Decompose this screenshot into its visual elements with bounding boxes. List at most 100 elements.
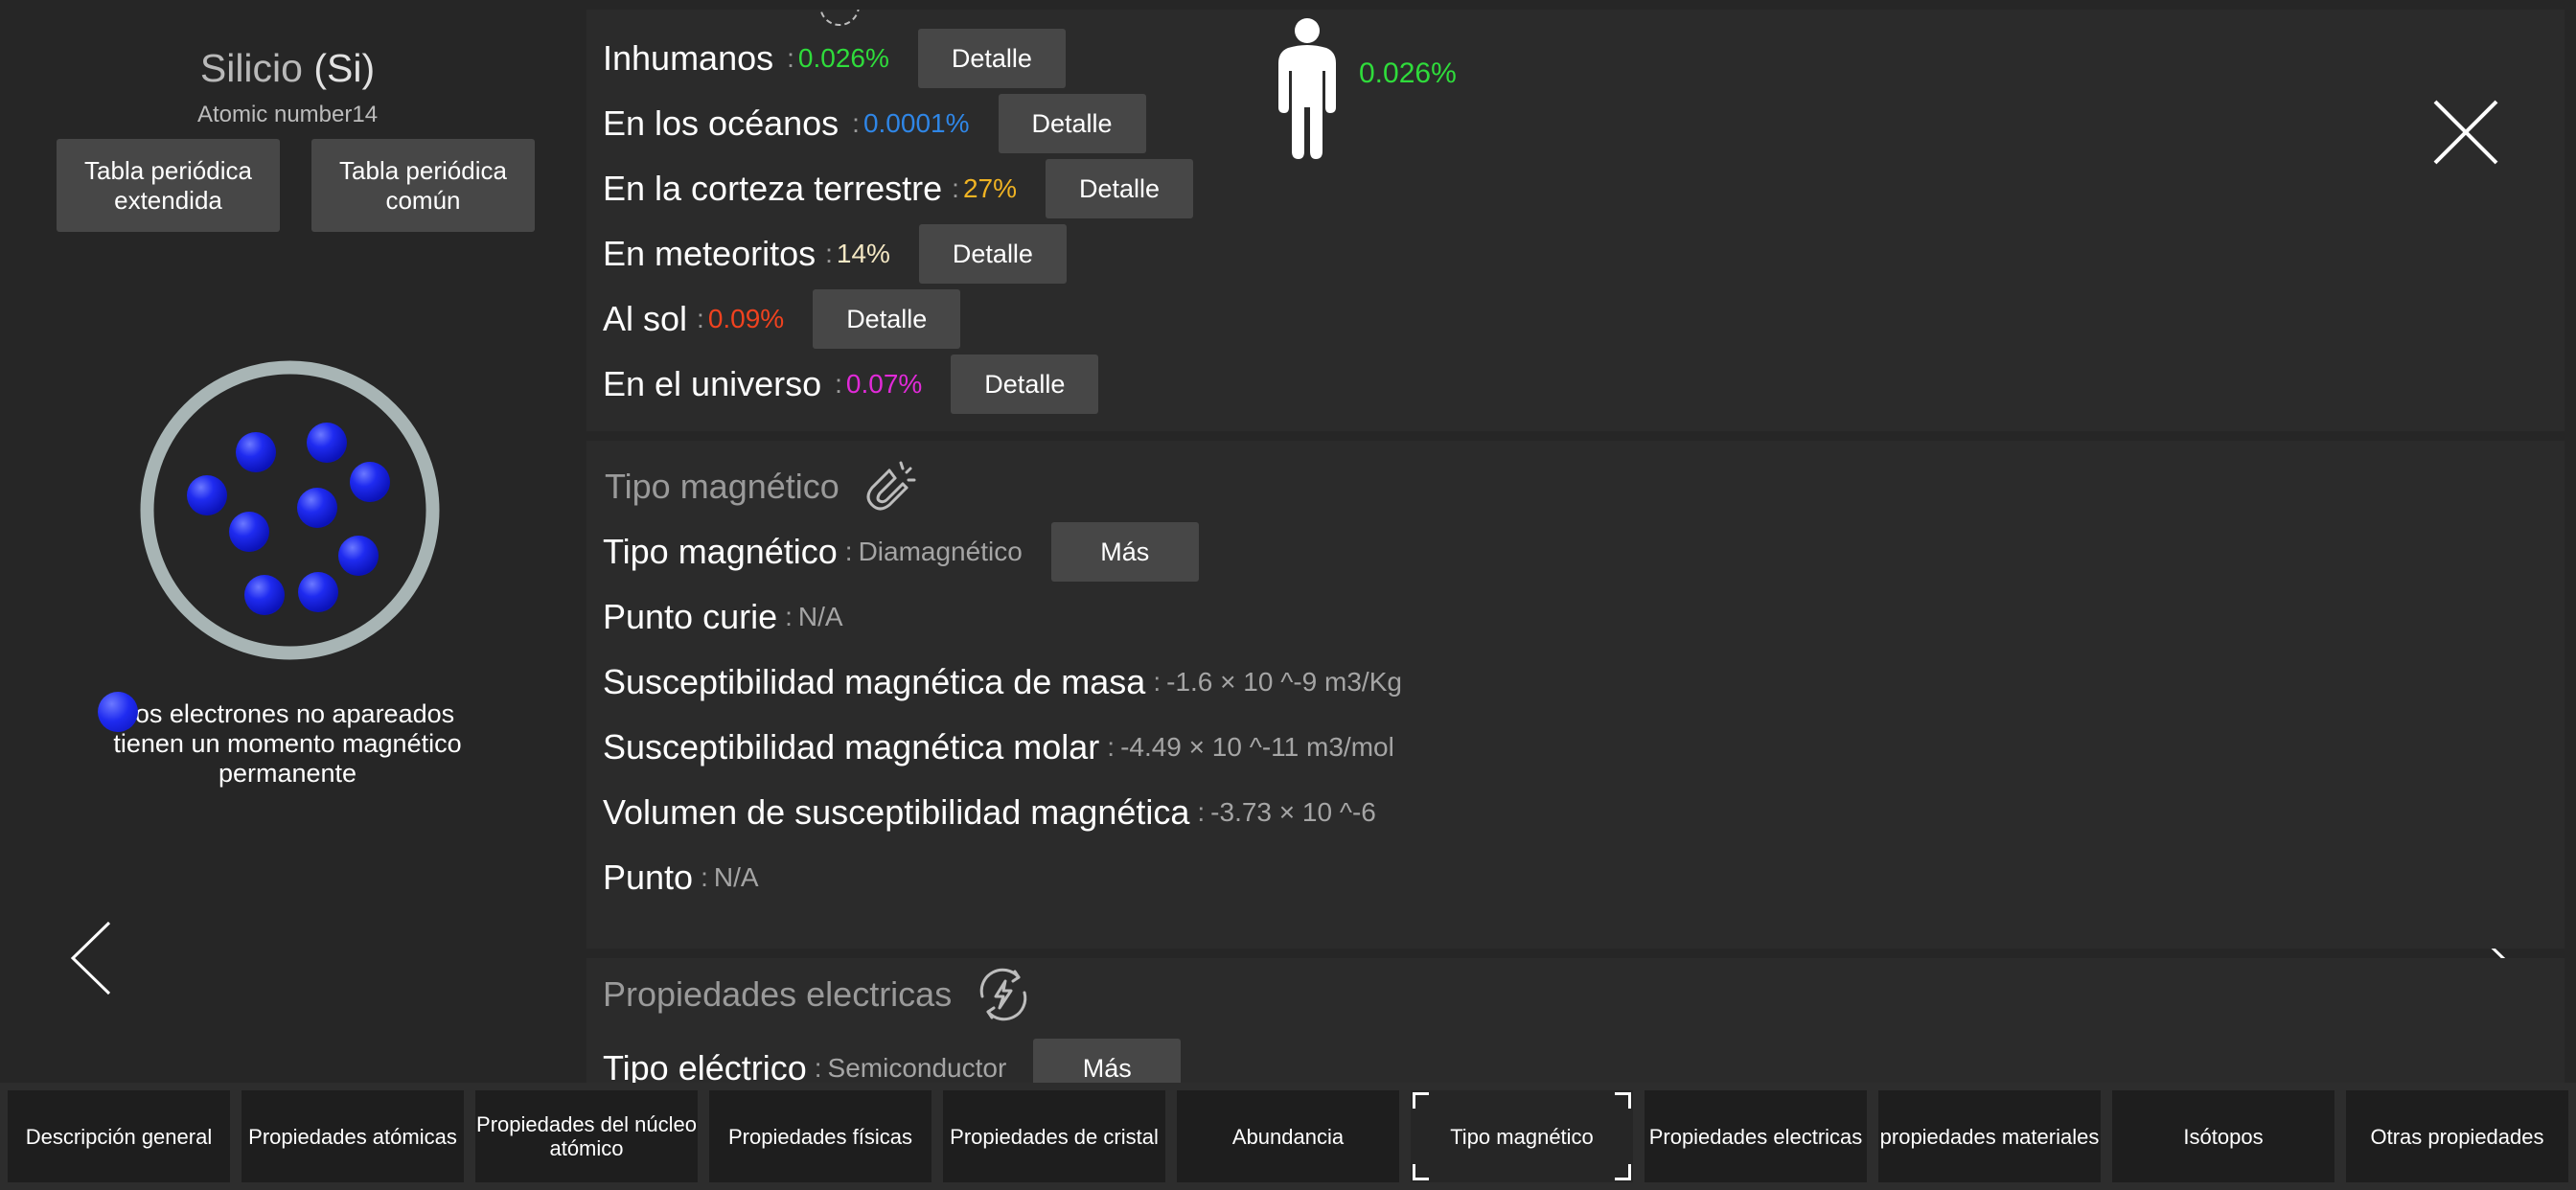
property-value: Semiconductor xyxy=(827,1053,1007,1083)
property-value: N/A xyxy=(713,862,759,892)
tab-other-properties[interactable]: Otras propiedades xyxy=(2346,1090,2568,1182)
magnetic-row: Tipo magnético : Diamagnético Más xyxy=(603,522,1199,582)
chevron-left-icon[interactable] xyxy=(63,915,121,1001)
extended-table-button[interactable]: Tabla periódica extendida xyxy=(57,139,280,232)
tab-nucleus-properties[interactable]: Propiedades del núcleo atómico xyxy=(475,1090,698,1182)
abundance-label: En los océanos xyxy=(603,103,840,143)
unpaired-electrons-legend: Los electrones no apareados tienen un mo… xyxy=(113,699,462,788)
more-button[interactable]: Más xyxy=(1050,522,1199,582)
property-label: Volumen de susceptibilidad magnética xyxy=(603,792,1190,832)
property-value: N/A xyxy=(797,602,843,631)
tab-isotopes[interactable]: Isótopos xyxy=(2112,1090,2334,1182)
tab-electrical-properties[interactable]: Propiedades electricas xyxy=(1644,1090,1867,1182)
human-figure-icon xyxy=(1278,18,1336,159)
magnetic-row: Volumen de susceptibilidad magnética : -… xyxy=(603,783,1376,842)
electron xyxy=(297,488,337,528)
abundance-value: 0.026% xyxy=(797,43,889,73)
selection-corner xyxy=(1615,1092,1631,1109)
property-value: -1.6 × 10 ^-9 m3/Kg xyxy=(1166,667,1402,697)
tab-atomic-properties[interactable]: Propiedades atómicas xyxy=(242,1090,464,1182)
separator: : xyxy=(787,43,794,73)
abundance-value: 0.0001% xyxy=(862,108,970,138)
magnetic-row: Susceptibilidad magnética molar : -4.49 … xyxy=(603,718,1394,777)
electron xyxy=(350,462,390,502)
electric-cycle-icon xyxy=(979,968,1027,1021)
selection-corner xyxy=(1413,1164,1429,1180)
abundance-label: Inhumanos xyxy=(603,38,774,78)
tab-crystal-properties[interactable]: Propiedades de cristal xyxy=(943,1090,1165,1182)
electron-legend-dot xyxy=(98,692,138,732)
property-value: -3.73 × 10 ^-6 xyxy=(1210,797,1376,827)
separator: : xyxy=(952,173,959,203)
abundance-row: En el universo : 0.07% Detalle xyxy=(603,355,1099,414)
abundance-value: 0.09% xyxy=(707,304,785,333)
electron xyxy=(187,475,227,515)
abundance-row: En meteoritos : 14% Detalle xyxy=(603,224,1067,284)
abundance-section: Inhumanos : 0.026% Detalle En los océano… xyxy=(586,10,2564,431)
common-table-button[interactable]: Tabla periódica común xyxy=(311,139,535,232)
magnetic-row: Punto : N/A xyxy=(603,848,759,907)
close-icon[interactable] xyxy=(2431,98,2500,167)
abundance-label: En el universo xyxy=(603,364,822,403)
tab-label: Tipo magnético xyxy=(1450,1124,1594,1149)
electron xyxy=(307,423,347,463)
property-label: Susceptibilidad magnética de masa xyxy=(603,662,1146,701)
property-label: Punto xyxy=(603,858,694,897)
abundance-value: 0.07% xyxy=(845,369,923,399)
atomic-number-value: 14 xyxy=(352,102,379,127)
detail-button[interactable]: Detalle xyxy=(1045,159,1193,218)
properties-scroll-area[interactable]: Inhumanos : 0.026% Detalle En los océano… xyxy=(586,10,2564,1083)
electron xyxy=(236,432,276,472)
property-label: Tipo magnético xyxy=(603,532,838,571)
property-label: Susceptibilidad magnética molar xyxy=(603,727,1100,767)
electron xyxy=(338,536,379,576)
separator: : xyxy=(852,108,860,138)
detail-button[interactable]: Detalle xyxy=(813,289,961,349)
electric-section: Propiedades electricas Tipo eléctrico : … xyxy=(586,958,2564,1083)
detail-button[interactable]: Detalle xyxy=(917,29,1066,88)
atomic-number: Atomic number14 xyxy=(0,102,575,128)
abundance-row: En la corteza terrestre : 27% Detalle xyxy=(603,159,1193,218)
element-symbol: (Si) xyxy=(313,46,376,90)
selection-corner xyxy=(1615,1164,1631,1180)
tab-material-properties[interactable]: propiedades materiales xyxy=(1878,1090,2101,1182)
magnetic-row: Punto curie : N/A xyxy=(603,587,843,647)
abundance-value: 27% xyxy=(962,173,1017,203)
element-title: Silicio (Si) xyxy=(0,46,575,91)
detail-button[interactable]: Detalle xyxy=(918,224,1067,284)
abundance-label: En la corteza terrestre xyxy=(603,169,943,208)
abundance-label: En meteoritos xyxy=(603,234,816,273)
abundance-label: Al sol xyxy=(603,299,688,338)
more-button[interactable]: Más xyxy=(1033,1039,1182,1083)
tab-magnetic-type[interactable]: Tipo magnético xyxy=(1411,1090,1633,1182)
section-title-text: Tipo magnético xyxy=(605,467,840,506)
magnet-icon xyxy=(866,461,916,511)
property-label: Punto curie xyxy=(603,597,778,636)
electric-section-title: Propiedades electricas xyxy=(603,960,1034,1029)
detail-button[interactable]: Detalle xyxy=(998,94,1146,153)
section-title-text: Propiedades electricas xyxy=(603,974,953,1014)
separator: : xyxy=(701,862,708,892)
electron-shell xyxy=(140,360,440,660)
separator: : xyxy=(844,537,853,566)
separator: : xyxy=(1107,732,1116,762)
abundance-value: 14% xyxy=(836,239,890,268)
atom-electron-diagram xyxy=(140,360,440,660)
element-name: Silicio xyxy=(199,46,303,90)
separator: : xyxy=(835,369,842,399)
electric-row: Tipo eléctrico : Semiconductor Más xyxy=(603,1039,1182,1083)
separator: : xyxy=(814,1053,822,1083)
category-tab-bar: Descripción general Propiedades atómicas… xyxy=(0,1083,2576,1190)
tab-general-description[interactable]: Descripción general xyxy=(8,1090,230,1182)
separator: : xyxy=(1197,797,1206,827)
tab-physical-properties[interactable]: Propiedades físicas xyxy=(709,1090,932,1182)
separator: : xyxy=(1153,667,1162,697)
abundance-row: Inhumanos : 0.026% Detalle xyxy=(603,29,1066,88)
tab-abundance[interactable]: Abundancia xyxy=(1177,1090,1399,1182)
electron xyxy=(244,575,285,615)
property-label: Tipo eléctrico xyxy=(603,1048,807,1083)
property-value: Diamagnético xyxy=(858,537,1023,566)
separator: : xyxy=(785,602,793,631)
human-abundance-value: 0.026% xyxy=(1359,57,1457,89)
detail-button[interactable]: Detalle xyxy=(951,355,1099,414)
